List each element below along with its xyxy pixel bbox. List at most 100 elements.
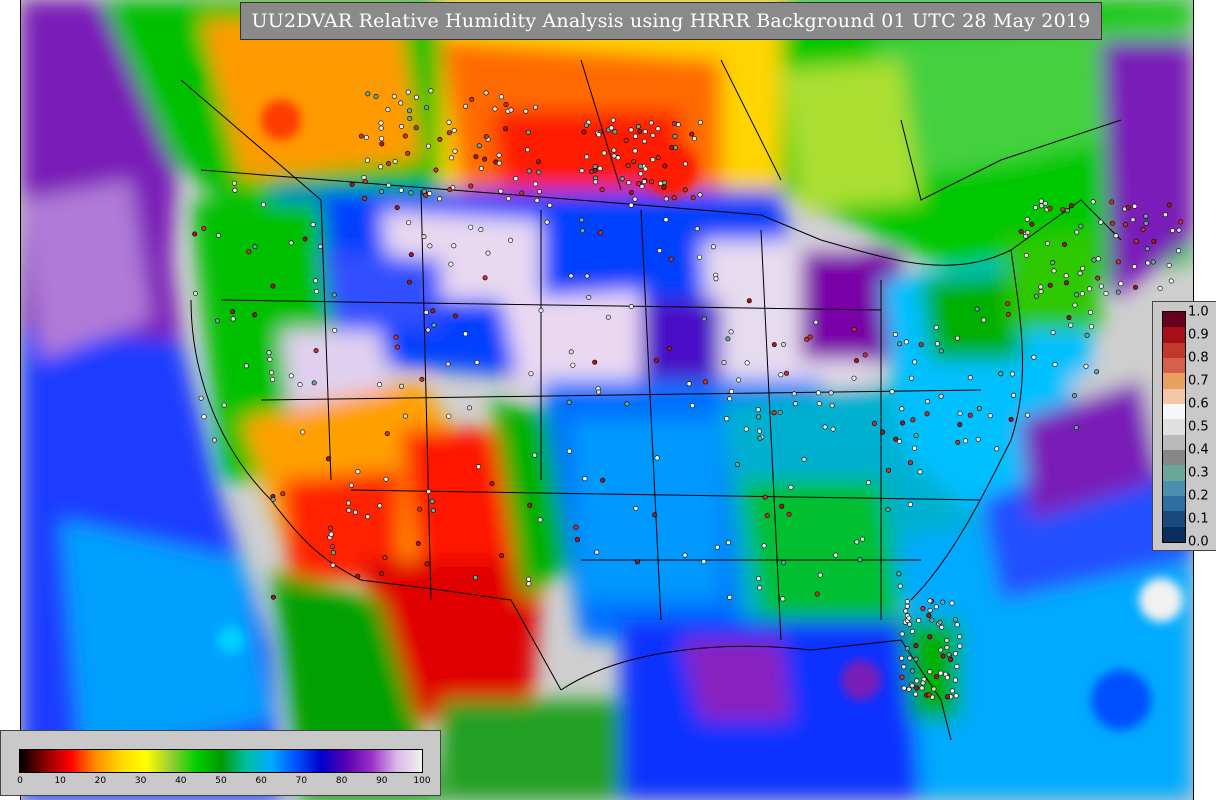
station-dot xyxy=(446,130,452,136)
station-dot xyxy=(398,383,404,389)
station-dot xyxy=(358,133,364,139)
station-dot xyxy=(260,202,266,208)
station-dot xyxy=(407,116,413,122)
station-dot xyxy=(570,362,576,368)
station-dot xyxy=(913,656,919,662)
station-dot xyxy=(1068,322,1074,328)
station-dot xyxy=(792,401,798,407)
station-dot xyxy=(1008,416,1014,422)
station-dot xyxy=(807,334,813,340)
station-dot xyxy=(743,426,749,432)
station-dot xyxy=(536,189,542,195)
station-dot xyxy=(637,129,643,135)
station-dot xyxy=(230,309,236,315)
station-dot xyxy=(957,643,963,649)
station-dot xyxy=(427,243,433,249)
station-dot xyxy=(605,314,611,320)
station-dot xyxy=(853,358,859,364)
station-dot xyxy=(650,132,656,138)
station-dot xyxy=(791,391,797,397)
station-dot xyxy=(547,202,553,208)
station-dot xyxy=(655,155,661,161)
station-dot xyxy=(473,154,479,160)
station-dot xyxy=(379,141,385,147)
station-dot xyxy=(1062,242,1068,248)
station-dot xyxy=(430,507,436,513)
station-dot xyxy=(532,104,538,110)
station-dot xyxy=(1109,199,1115,205)
station-dot xyxy=(582,476,588,482)
station-dot xyxy=(938,670,944,676)
station-dot xyxy=(686,381,692,387)
station-dot xyxy=(492,106,498,112)
station-dot xyxy=(378,164,384,170)
station-dot xyxy=(801,456,807,462)
station-dot xyxy=(944,644,950,650)
station-dot xyxy=(926,692,932,698)
station-dot xyxy=(280,491,286,497)
station-dot xyxy=(976,405,982,411)
station-dot xyxy=(596,389,602,395)
station-dot xyxy=(949,688,955,694)
station-dot xyxy=(193,290,199,296)
station-dot xyxy=(579,168,585,174)
station-dot xyxy=(525,129,531,135)
station-dot xyxy=(1074,229,1080,235)
station-dot xyxy=(933,674,939,680)
station-dot xyxy=(568,349,574,355)
station-dot xyxy=(764,513,770,519)
station-dot xyxy=(1144,246,1150,252)
station-dot xyxy=(597,165,603,171)
station-dot xyxy=(689,403,695,409)
station-dot xyxy=(682,187,688,193)
station-dot xyxy=(904,603,910,609)
station-dot xyxy=(830,426,836,432)
station-dot xyxy=(663,217,669,223)
station-dot xyxy=(779,503,785,509)
station-dot xyxy=(920,605,926,611)
station-dot xyxy=(952,677,958,683)
station-dot xyxy=(907,501,913,507)
station-dot xyxy=(508,107,514,113)
station-dot xyxy=(330,544,336,550)
station-dot xyxy=(402,133,408,139)
station-dot xyxy=(1084,332,1090,338)
station-dot xyxy=(917,469,923,475)
station-dot xyxy=(252,244,258,250)
station-dot xyxy=(384,431,390,437)
station-dot xyxy=(611,147,617,153)
station-dot xyxy=(889,389,895,395)
station-dot xyxy=(452,313,458,319)
station-dot xyxy=(270,594,276,600)
station-dot xyxy=(419,376,425,382)
station-dot xyxy=(633,505,639,511)
station-dot xyxy=(612,129,618,135)
station-dot xyxy=(489,481,495,487)
station-dot xyxy=(1068,203,1074,209)
station-dot xyxy=(924,411,930,417)
station-dot xyxy=(584,154,590,160)
rh-tick-label: 80 xyxy=(335,776,348,786)
station-dot xyxy=(536,169,542,175)
station-dot xyxy=(288,240,294,246)
station-dot xyxy=(762,494,768,500)
station-dot xyxy=(885,506,891,512)
station-dot xyxy=(469,96,475,102)
station-dot xyxy=(1024,216,1030,222)
station-dot xyxy=(437,196,443,202)
station-dot xyxy=(221,402,227,408)
station-dot xyxy=(566,399,572,405)
station-dot xyxy=(1080,265,1086,271)
station-dot xyxy=(757,585,763,591)
station-dot xyxy=(448,261,454,267)
station-dot xyxy=(690,195,696,201)
station-dot xyxy=(1023,252,1029,258)
station-dot xyxy=(822,424,828,430)
rh-tick-label: 30 xyxy=(134,776,147,786)
station-dot xyxy=(672,133,678,139)
station-dot xyxy=(377,503,383,509)
station-dot xyxy=(472,575,478,581)
station-dot xyxy=(952,651,958,657)
obs-colorbar-panel: 1.0 0.9 0.8 0.7 0.6 0.5 0.4 0.3 0.2 0.1 0.0 xyxy=(1152,301,1216,551)
station-dot xyxy=(362,178,368,184)
